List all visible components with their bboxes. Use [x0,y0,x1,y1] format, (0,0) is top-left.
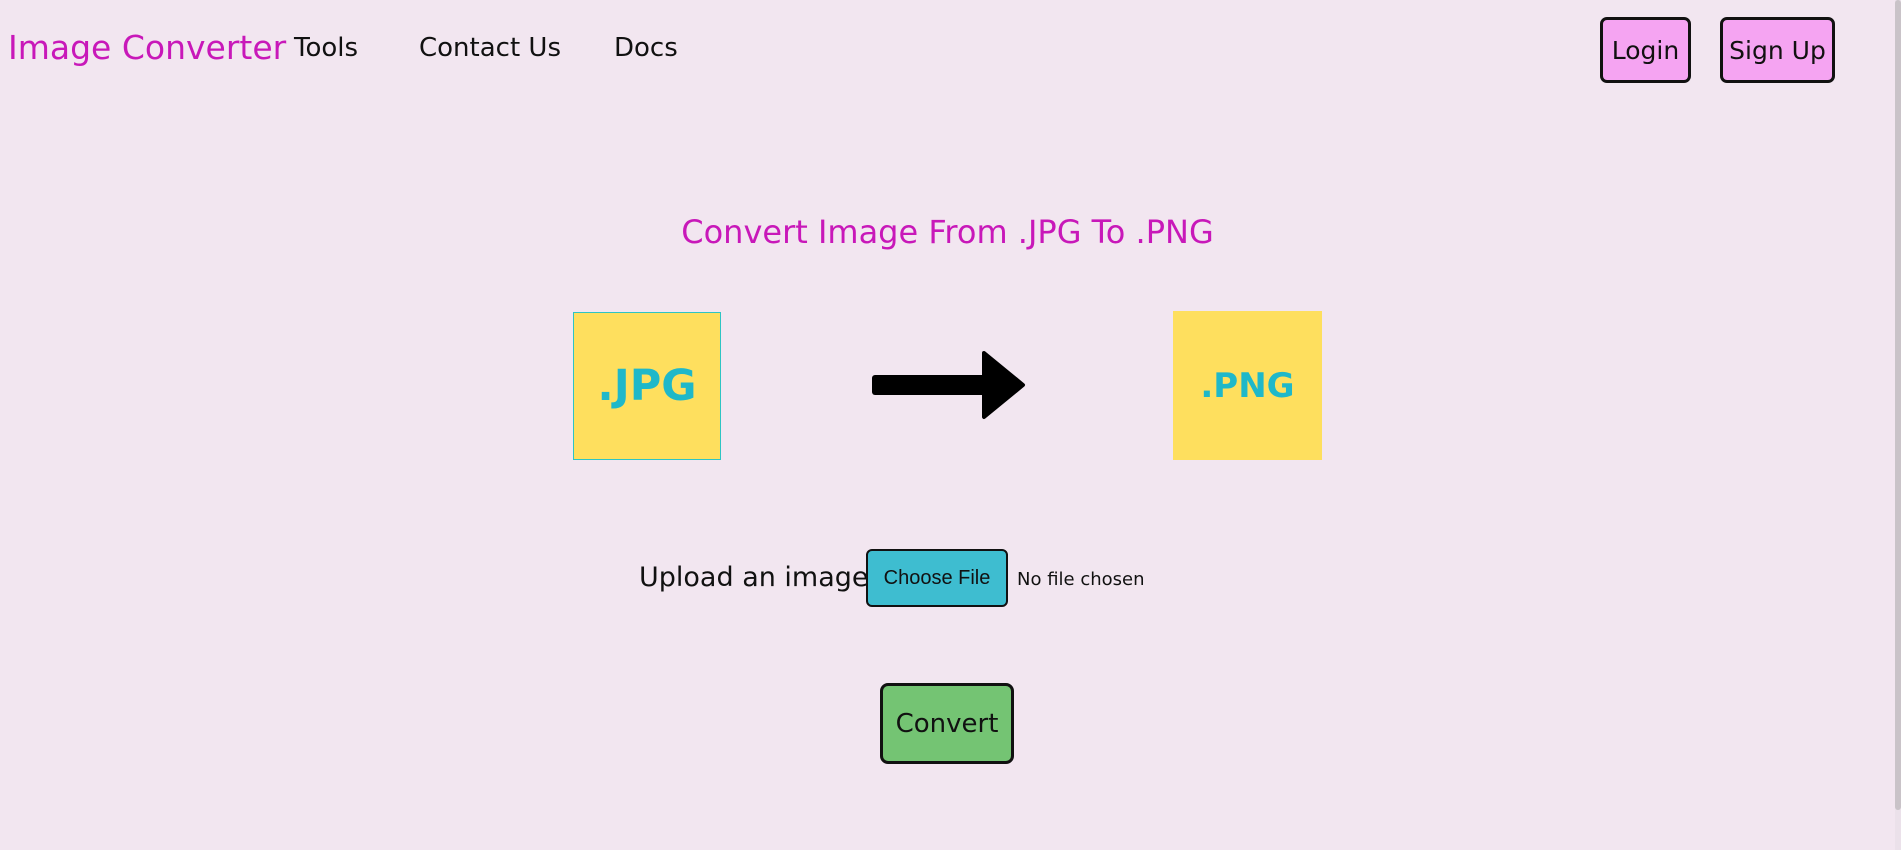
navbar: Image Converter Tools Contact Us Docs Lo… [0,0,1895,100]
brand-logo-link[interactable]: Image Converter [8,28,286,67]
upload-label: Upload an image [639,562,869,593]
nav-link-tools[interactable]: Tools [294,33,358,63]
nav-link-docs[interactable]: Docs [614,33,678,63]
scrollbar-thumb[interactable] [1895,0,1901,810]
page-title: Convert Image From .JPG To .PNG [681,213,1214,251]
choose-file-button[interactable]: Choose File [866,549,1008,607]
login-button[interactable]: Login [1600,17,1691,83]
convert-button[interactable]: Convert [880,683,1014,764]
source-format-tile: .JPG [573,312,721,460]
arrow-right-icon [872,351,1025,419]
vertical-scrollbar[interactable] [1895,0,1901,850]
nav-link-contact-us[interactable]: Contact Us [419,33,561,63]
sign-up-button[interactable]: Sign Up [1720,17,1835,83]
file-status-text: No file chosen [1017,569,1145,590]
target-format-tile: .PNG [1173,311,1322,460]
